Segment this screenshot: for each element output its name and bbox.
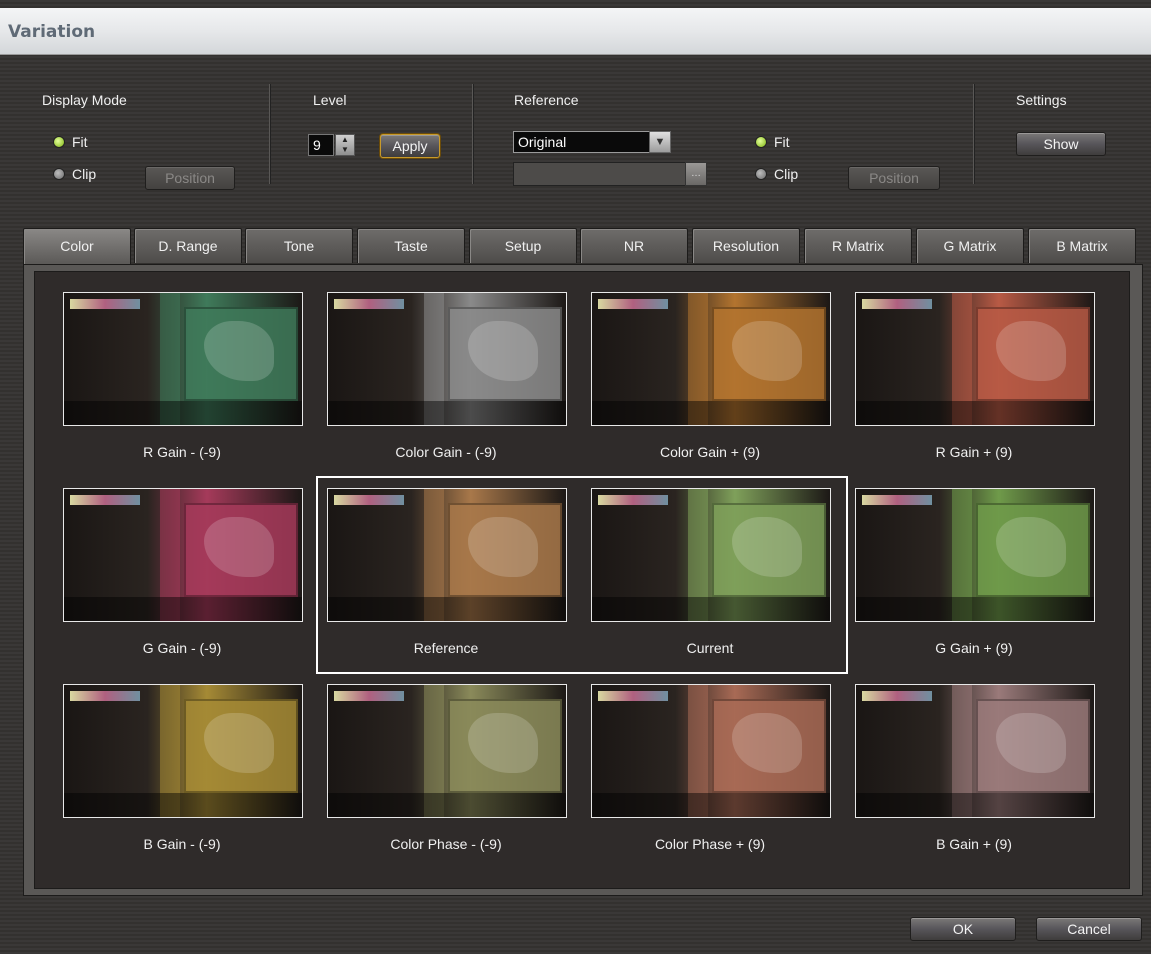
tab-r-matrix[interactable]: R Matrix <box>804 228 912 263</box>
tab-setup[interactable]: Setup <box>469 228 577 263</box>
variation-caption: G Gain + (9) <box>935 640 1013 656</box>
separator <box>472 84 474 184</box>
thumbnail-detail <box>862 299 932 309</box>
variation-caption: R Gain - (-9) <box>143 444 221 460</box>
separator <box>973 84 975 184</box>
tab-tone[interactable]: Tone <box>245 228 353 263</box>
thumbnail-detail <box>856 793 1094 817</box>
settings-show-button[interactable]: Show <box>1016 132 1106 156</box>
reference-select[interactable]: Original ▼ <box>513 131 671 153</box>
variation-thumbnail[interactable] <box>327 292 567 426</box>
reference-fit-radio[interactable]: Fit <box>756 134 790 150</box>
variation-thumbnail[interactable] <box>63 488 303 622</box>
apply-button[interactable]: Apply <box>380 134 440 158</box>
stepper-down-icon[interactable]: ▼ <box>336 145 354 155</box>
radio-dot-icon <box>756 137 766 147</box>
separator <box>269 84 271 184</box>
display-clip-radio[interactable]: Clip <box>54 166 96 182</box>
thumbnail-detail <box>70 299 140 309</box>
thumbnail-detail <box>592 401 830 425</box>
thumbnail-detail <box>64 401 302 425</box>
reference-select-value: Original <box>518 134 567 150</box>
thumbnail-detail <box>856 597 1094 621</box>
level-label: Level <box>313 92 347 108</box>
stepper-up-icon[interactable]: ▲ <box>336 135 354 145</box>
tab-color[interactable]: Color <box>23 228 131 265</box>
reference-fit-label: Fit <box>774 134 790 150</box>
thumbnail-detail <box>856 401 1094 425</box>
reference-file-field[interactable]: … <box>513 162 707 186</box>
tab-taste[interactable]: Taste <box>357 228 465 263</box>
tab-bar: Color D. Range Tone Taste Setup NR Resol… <box>23 228 1141 265</box>
thumbnail-detail <box>862 691 932 701</box>
tab-d-range[interactable]: D. Range <box>134 228 242 263</box>
window-title: Variation <box>8 22 96 42</box>
reference-position-button[interactable]: Position <box>848 166 940 190</box>
settings-label: Settings <box>1016 92 1067 108</box>
variation-thumbnail[interactable] <box>63 684 303 818</box>
thumbnail-detail <box>70 495 140 505</box>
variation-thumbnail[interactable] <box>591 684 831 818</box>
browse-icon[interactable]: … <box>685 162 707 186</box>
display-clip-label: Clip <box>72 166 97 182</box>
reference-clip-label: Clip <box>774 166 799 182</box>
thumbnail-detail <box>598 299 668 309</box>
thumbnail-detail <box>64 597 302 621</box>
variation-caption: R Gain + (9) <box>935 444 1013 460</box>
tab-b-matrix[interactable]: B Matrix <box>1028 228 1136 263</box>
variation-caption: B Gain - (-9) <box>143 836 221 852</box>
variation-caption: Color Gain - (-9) <box>395 444 497 460</box>
thumbnail-detail <box>862 495 932 505</box>
reference-clip-radio[interactable]: Clip <box>756 166 798 182</box>
variation-caption: Color Phase + (9) <box>654 836 766 852</box>
radio-dot-icon <box>756 169 766 179</box>
variation-thumbnail[interactable] <box>855 684 1095 818</box>
variation-caption: Color Phase - (-9) <box>390 836 502 852</box>
display-position-button[interactable]: Position <box>145 166 235 190</box>
display-mode-label: Display Mode <box>42 92 127 108</box>
reference-label: Reference <box>514 92 579 108</box>
thumbnail-detail <box>328 793 566 817</box>
variation-thumbnail[interactable] <box>591 292 831 426</box>
thumbnail-detail <box>592 793 830 817</box>
variation-caption: Color Gain + (9) <box>660 444 760 460</box>
top-panel: Display Mode Fit Clip Position Level 9 ▲… <box>8 62 1143 202</box>
variation-caption: B Gain + (9) <box>936 836 1012 852</box>
title-bar: Variation <box>0 8 1151 55</box>
variation-caption: G Gain - (-9) <box>142 640 222 656</box>
variation-thumbnail[interactable] <box>63 292 303 426</box>
thumbnail-detail <box>64 793 302 817</box>
reference-current-highlight <box>316 476 848 674</box>
tab-resolution[interactable]: Resolution <box>692 228 800 263</box>
thumbnail-detail <box>70 691 140 701</box>
chevron-down-icon[interactable]: ▼ <box>649 131 671 153</box>
thumbnail-detail <box>334 299 404 309</box>
tab-g-matrix[interactable]: G Matrix <box>916 228 1024 263</box>
cancel-button[interactable]: Cancel <box>1036 917 1142 941</box>
variation-window: Variation Display Mode Fit Clip Position… <box>0 0 1151 954</box>
variation-thumbnail[interactable] <box>327 684 567 818</box>
thumbnail-detail <box>598 691 668 701</box>
display-fit-label: Fit <box>72 134 88 150</box>
variation-thumbnail[interactable] <box>855 488 1095 622</box>
level-value-input[interactable]: 9 <box>308 134 334 156</box>
tab-nr[interactable]: NR <box>580 228 688 263</box>
variation-thumbnail[interactable] <box>855 292 1095 426</box>
ok-button[interactable]: OK <box>910 917 1016 941</box>
thumbnail-detail <box>328 401 566 425</box>
thumbnail-detail <box>334 691 404 701</box>
radio-dot-icon <box>54 137 64 147</box>
radio-dot-icon <box>54 169 64 179</box>
level-stepper[interactable]: ▲ ▼ <box>335 134 355 156</box>
display-fit-radio[interactable]: Fit <box>54 134 88 150</box>
